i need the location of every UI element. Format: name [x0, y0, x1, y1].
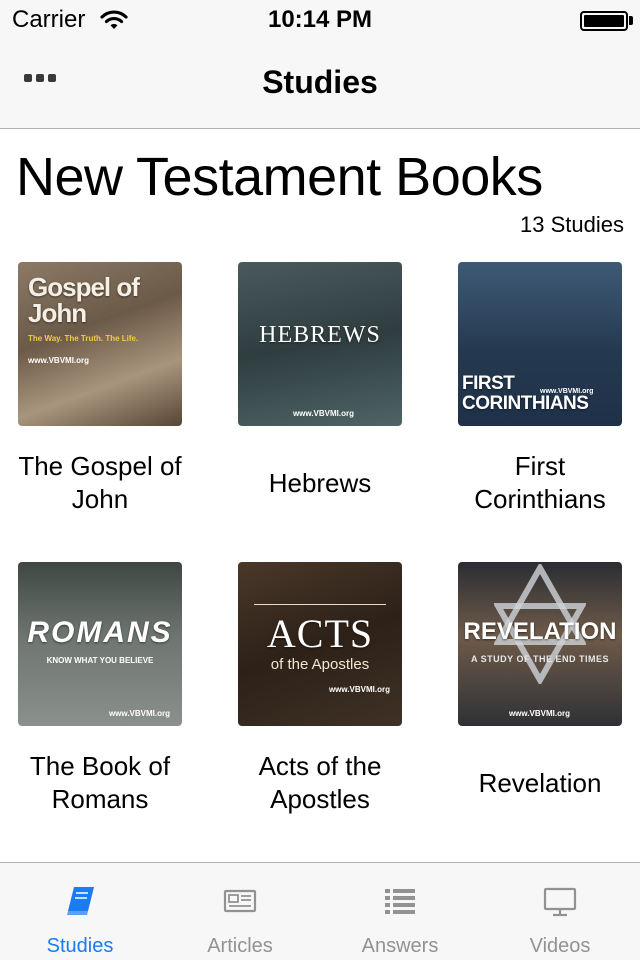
study-card-gospel-of-john[interactable]: Gospel of John The Way. The Truth. The L…: [0, 262, 200, 518]
newspaper-icon: [223, 889, 257, 913]
tab-videos[interactable]: Videos: [480, 863, 640, 960]
battery-tip: [629, 16, 633, 25]
cover-subtitle: KNOW WHAT YOU BELIEVE: [46, 656, 154, 665]
cover-title: Gospel of John: [28, 272, 140, 328]
tab-studies[interactable]: Studies: [0, 863, 160, 960]
cover-title: HEBREWS: [259, 322, 381, 348]
status-bar: Carrier 10:14 PM: [0, 0, 640, 40]
monitor-icon: [543, 887, 577, 917]
cover-image[interactable]: HEBREWS www.VBVMI.org: [238, 262, 402, 426]
cover-site: www.VBVMI.org: [508, 709, 570, 718]
cover-subtitle: A STUDY OF THE END TIMES: [470, 654, 609, 664]
tab-answers[interactable]: Answers: [320, 863, 480, 960]
study-card-hebrews[interactable]: HEBREWS www.VBVMI.org Hebrews: [220, 262, 420, 518]
cover-image[interactable]: REVELATION A STUDY OF THE END TIMES www.…: [458, 562, 622, 726]
study-card-first-corinthians[interactable]: www.VBVMI.org FIRST CORINTHIANS First Co…: [440, 262, 640, 518]
study-count: 13 Studies: [520, 212, 624, 237]
cover-title: ROMANS: [27, 616, 173, 649]
tab-bar: Studies Articles Answers Videos: [0, 862, 640, 960]
section-title: New Testament Books: [16, 147, 543, 207]
cover-title: FIRST CORINTHIANS: [462, 373, 589, 414]
cover-site: www.VBVMI.org: [328, 685, 390, 694]
battery-icon: [580, 11, 628, 31]
cover-site: www.VBVMI.org: [292, 409, 354, 418]
study-title[interactable]: Hebrews: [220, 448, 420, 518]
study-title[interactable]: First Corinthians: [440, 448, 640, 518]
cover-rule: [254, 604, 386, 605]
page-title: Studies: [262, 64, 378, 100]
tab-label: Articles: [207, 935, 273, 957]
cover-site: www.VBVMI.org: [108, 709, 170, 718]
tab-articles[interactable]: Articles: [160, 863, 320, 960]
study-card-revelation[interactable]: REVELATION A STUDY OF THE END TIMES www.…: [440, 562, 640, 818]
study-title[interactable]: The Book of Romans: [0, 748, 200, 818]
navigation-bar: Studies: [0, 40, 640, 129]
cover-image[interactable]: Gospel of John The Way. The Truth. The L…: [18, 262, 182, 426]
study-card-romans[interactable]: ROMANS KNOW WHAT YOU BELIEVE www.VBVMI.o…: [0, 562, 200, 818]
cover-title: ACTS: [266, 611, 374, 656]
cover-image[interactable]: ACTS of the Apostles www.VBVMI.org: [238, 562, 402, 726]
cover-subtitle: of the Apostles: [270, 656, 370, 673]
cover-image[interactable]: www.VBVMI.org FIRST CORINTHIANS: [458, 262, 622, 426]
study-title[interactable]: Acts of the Apostles: [220, 748, 420, 818]
study-title[interactable]: Revelation: [440, 748, 640, 818]
book-icon: [67, 887, 94, 915]
clock: 10:14 PM: [267, 6, 373, 33]
study-card-acts[interactable]: ACTS of the Apostles www.VBVMI.org Acts …: [220, 562, 420, 818]
cover-title: REVELATION: [463, 618, 617, 645]
tab-label: Studies: [46, 935, 114, 957]
tab-label: Answers: [361, 935, 439, 957]
study-title[interactable]: The Gospel of John: [0, 448, 200, 518]
cover-subtitle: The Way. The Truth. The Life.: [28, 334, 139, 343]
cover-image[interactable]: ROMANS KNOW WHAT YOU BELIEVE www.VBVMI.o…: [18, 562, 182, 726]
cover-site: www.VBVMI.org: [28, 356, 90, 365]
list-icon: [385, 889, 415, 914]
tab-label: Videos: [529, 935, 591, 957]
